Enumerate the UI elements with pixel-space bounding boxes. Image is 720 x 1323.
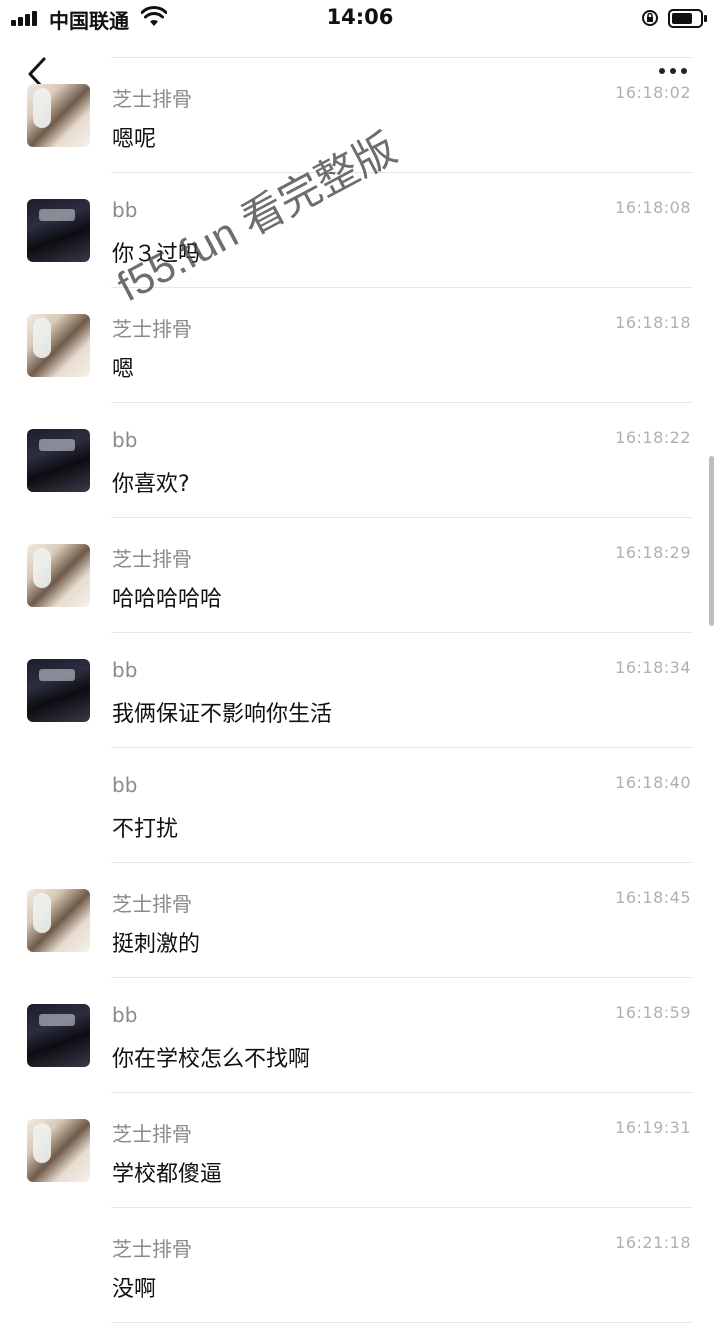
message-timestamp: 16:18:29 — [615, 543, 691, 562]
message-text: 嗯呢 — [112, 127, 157, 152]
message-timestamp: 16:19:31 — [615, 1118, 691, 1137]
scrollbar-thumb[interactable] — [709, 456, 714, 626]
message-timestamp: 16:18:59 — [615, 1003, 691, 1022]
message-text: 你３过吗 — [112, 242, 201, 267]
message-timestamp: 16:18:34 — [615, 658, 691, 677]
message-text: 哈哈哈哈哈 — [112, 587, 223, 612]
sender-name: bb — [112, 658, 138, 682]
sender-avatar[interactable] — [27, 199, 90, 262]
sender-avatar[interactable] — [27, 1004, 90, 1067]
sender-avatar[interactable] — [27, 84, 90, 147]
message-timestamp: 16:18:40 — [615, 773, 691, 792]
sender-avatar[interactable] — [27, 314, 90, 377]
chat-message-row[interactable]: 芝士排骨 16:18:29 哈哈哈哈哈 — [0, 518, 720, 633]
sender-name: 芝士排骨 — [112, 547, 192, 571]
rotation-lock-icon — [642, 10, 658, 26]
message-timestamp: 16:18:18 — [615, 313, 691, 332]
sender-name: 芝士排骨 — [112, 87, 192, 111]
message-timestamp: 16:18:02 — [615, 83, 691, 102]
message-timestamp: 16:18:22 — [615, 428, 691, 447]
chat-message-row[interactable]: 芝士排骨 16:18:02 嗯呢 — [0, 58, 720, 173]
sender-name: bb — [112, 773, 138, 797]
message-text: 我俩保证不影响你生活 — [112, 702, 333, 727]
message-text: 不打扰 — [112, 817, 179, 842]
message-timestamp: 16:21:18 — [615, 1233, 691, 1252]
sender-name: 芝士排骨 — [112, 1122, 192, 1146]
chat-message-row[interactable]: 芝士排骨 16:18:18 嗯 — [0, 288, 720, 403]
chat-message-row[interactable]: bb 16:18:34 我俩保证不影响你生活 — [0, 633, 720, 748]
sender-avatar[interactable] — [27, 659, 90, 722]
chat-message-row[interactable]: bb 16:18:08 你３过吗 — [0, 173, 720, 288]
sender-avatar[interactable] — [27, 429, 90, 492]
clock: 14:06 — [326, 5, 394, 29]
message-timestamp: 16:18:08 — [615, 198, 691, 217]
message-timestamp: 16:18:45 — [615, 888, 691, 907]
sender-name: bb — [112, 428, 138, 452]
chat-message-row[interactable]: 芝士排骨 16:19:31 学校都傻逼 — [0, 1093, 720, 1208]
message-text: 学校都傻逼 — [112, 1162, 223, 1187]
sender-name: bb — [112, 1003, 138, 1027]
sender-name: 芝士排骨 — [112, 892, 192, 916]
sender-name: bb — [112, 198, 138, 222]
chat-message-row[interactable]: bb 16:18:40 不打扰 — [0, 748, 720, 863]
chat-message-row[interactable]: bb 16:18:22 你喜欢? — [0, 403, 720, 518]
chat-message-row[interactable]: 芝士排骨 16:18:45 挺刺激的 — [0, 863, 720, 978]
message-text: 你在学校怎么不找啊 — [112, 1047, 311, 1072]
chat-message-list[interactable]: 芝士排骨 16:18:02 嗯呢 bb 16:18:08 你３过吗 芝士排骨 16:18:18… — [0, 58, 720, 1323]
status-bar: 中国联通 14:06 — [0, 0, 720, 36]
sender-avatar[interactable] — [27, 544, 90, 607]
message-text: 你喜欢? — [112, 472, 190, 497]
sender-avatar[interactable] — [27, 1119, 90, 1182]
message-text: 嗯 — [112, 357, 135, 382]
chat-message-row[interactable]: 芝士排骨 16:21:18 没啊 — [0, 1208, 720, 1323]
sender-avatar[interactable] — [27, 889, 90, 952]
message-text: 挺刺激的 — [112, 932, 201, 957]
sender-name: 芝士排骨 — [112, 1237, 192, 1261]
message-text: 没啊 — [112, 1277, 157, 1302]
sender-name: 芝士排骨 — [112, 317, 192, 341]
battery-icon — [668, 9, 707, 28]
chat-message-row[interactable]: bb 16:18:59 你在学校怎么不找啊 — [0, 978, 720, 1093]
